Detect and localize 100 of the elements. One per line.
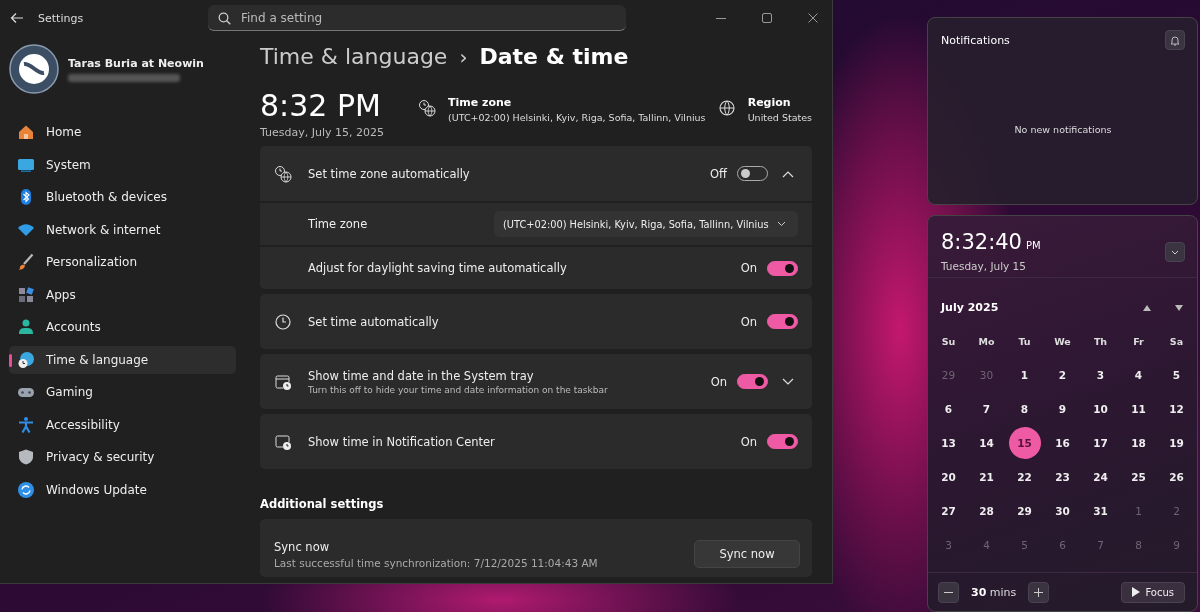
calendar-day[interactable]: 21 [970,461,1003,493]
time-zone-dropdown[interactable]: (UTC+02:00) Helsinki, Kyiv, Riga, Sofia, Tallinn, Vilnius [494,211,798,237]
clock-icon [274,312,292,331]
calendar-day[interactable]: 27 [932,495,965,527]
weekday-label: We [1054,335,1071,347]
calendar-day[interactable]: 3 [1084,359,1117,391]
maximize-icon[interactable] [762,13,772,23]
triangle-down-icon[interactable] [1175,304,1183,311]
calendar-day[interactable]: 6 [932,393,965,425]
calendar-day[interactable]: 25 [1122,461,1155,493]
nav-item[interactable]: Privacy & security [9,443,236,471]
back-arrow-icon[interactable] [10,12,24,24]
nav-item[interactable]: Home [9,118,236,146]
calendar-day[interactable]: 19 [1160,427,1193,459]
setting-description: Turn this off to hide your time and date information on the taskbar [308,384,609,395]
user-name: Taras Buria at Neowin [68,56,204,70]
toggle-state: On [710,374,727,389]
toggle-state: On [740,434,757,449]
calendar-day[interactable]: 4 [1122,359,1155,391]
window-title: Settings [38,11,85,25]
calendar-day[interactable]: 13 [932,427,965,459]
calendar-day[interactable]: 2 [1046,359,1079,391]
calendar-day[interactable]: 23 [1046,461,1079,493]
breadcrumb-separator: › [459,45,468,69]
weekday-label: Tu [1018,335,1031,347]
chevron-down-icon [1171,249,1179,255]
setting-description: Last successful time synchronization: 7/12/2025 11:04:43 AM [274,556,599,569]
do-not-disturb-button[interactable] [1165,30,1185,50]
current-time: 8:32 PM [260,90,382,122]
calendar-day[interactable]: 20 [932,461,965,493]
toggle-switch[interactable] [767,314,798,329]
calendar-day[interactable]: 11 [1122,393,1155,425]
search-icon [218,12,231,25]
apps-icon [17,285,35,304]
empty-message: No new notifications [1013,124,1113,135]
calendar-day[interactable]: 16 [1046,427,1079,459]
focus-button[interactable]: Focus [1121,581,1185,603]
triangle-up-icon[interactable] [1143,304,1151,311]
calendar-day[interactable]: 18 [1122,427,1155,459]
home-icon [17,123,35,141]
globe-icon [717,99,736,117]
calendar-day[interactable]: 8 [1008,393,1041,425]
month-label[interactable]: July 2025 [941,301,1119,314]
selection-indicator [9,353,12,367]
calendar-day[interactable]: 24 [1084,461,1117,493]
calendar-day[interactable]: 7 [970,393,1003,425]
calendar-day[interactable]: 14 [970,427,1003,459]
nav-item[interactable]: Network & internet [9,215,236,244]
increase-button[interactable] [1028,581,1050,603]
nav-item[interactable]: Windows Update [9,475,236,504]
avatar-icon [9,44,59,94]
person-icon [17,318,35,336]
plus-icon [1034,587,1044,597]
calendar-day[interactable]: 30 [1046,495,1079,527]
nav-item[interactable]: System [9,150,236,179]
calendar-day[interactable]: 26 [1160,461,1193,493]
nav-item[interactable]: Gaming [9,378,236,406]
info-value: (UTC+02:00) Helsinki, Kyiv, Riga, Sofia, Tallinn, Vilnius [448,112,706,123]
sync-icon [17,480,35,499]
weekday-label: Su [941,335,956,347]
close-icon[interactable] [808,13,818,23]
toggle-switch[interactable] [767,260,798,276]
nav-item[interactable]: Apps [9,280,236,309]
setting-label: Sync now [274,539,331,554]
weekday-label: Th [1093,335,1108,347]
toggle-state: On [740,314,757,329]
setting-label: Set time zone automatically [308,166,471,181]
chevron-down-icon[interactable] [782,377,794,386]
toggle-switch[interactable] [737,374,768,389]
calendar-day[interactable]: 10 [1084,393,1117,425]
clock-globe-icon [274,164,292,183]
calendar-day[interactable]: 15 [1008,427,1041,459]
calendar-day[interactable]: 9 [1046,393,1079,425]
sync-now-button[interactable]: Sync now [694,540,800,568]
accessibility-icon [17,415,35,434]
panel-title: Notifications [941,33,1010,47]
nav-item[interactable]: Accounts [9,313,236,341]
play-icon [1132,587,1141,597]
calendar-day[interactable]: 31 [1084,495,1117,527]
screen-clock-icon [274,432,292,451]
chevron-up-icon[interactable] [782,169,794,178]
calendar-day[interactable]: 29 [1008,495,1041,527]
calendar-day[interactable]: 28 [970,495,1003,527]
nav-item[interactable]: Personalization [9,248,236,276]
bell-icon [1170,34,1180,46]
section-heading: Additional settings [260,497,385,511]
toggle-switch[interactable] [767,434,798,449]
setting-label: Set time automatically [308,314,440,329]
nav-item[interactable]: Bluetooth & devices [9,183,236,211]
breadcrumb-link[interactable]: Time & language [260,44,448,69]
search-field[interactable]: Find a setting [208,5,626,31]
calendar-day[interactable]: 17 [1084,427,1117,459]
nav-item[interactable]: Time & language [9,345,236,374]
calendar-day[interactable]: 22 [1008,461,1041,493]
calendar-day[interactable]: 12 [1160,393,1193,425]
calendar-day[interactable]: 5 [1160,359,1193,391]
calendar-day[interactable]: 1 [1008,359,1041,391]
focus-duration: 30 mins [971,585,1017,599]
setting-label: Adjust for daylight saving time automatically [308,261,568,275]
nav-item[interactable]: Accessibility [9,410,236,439]
